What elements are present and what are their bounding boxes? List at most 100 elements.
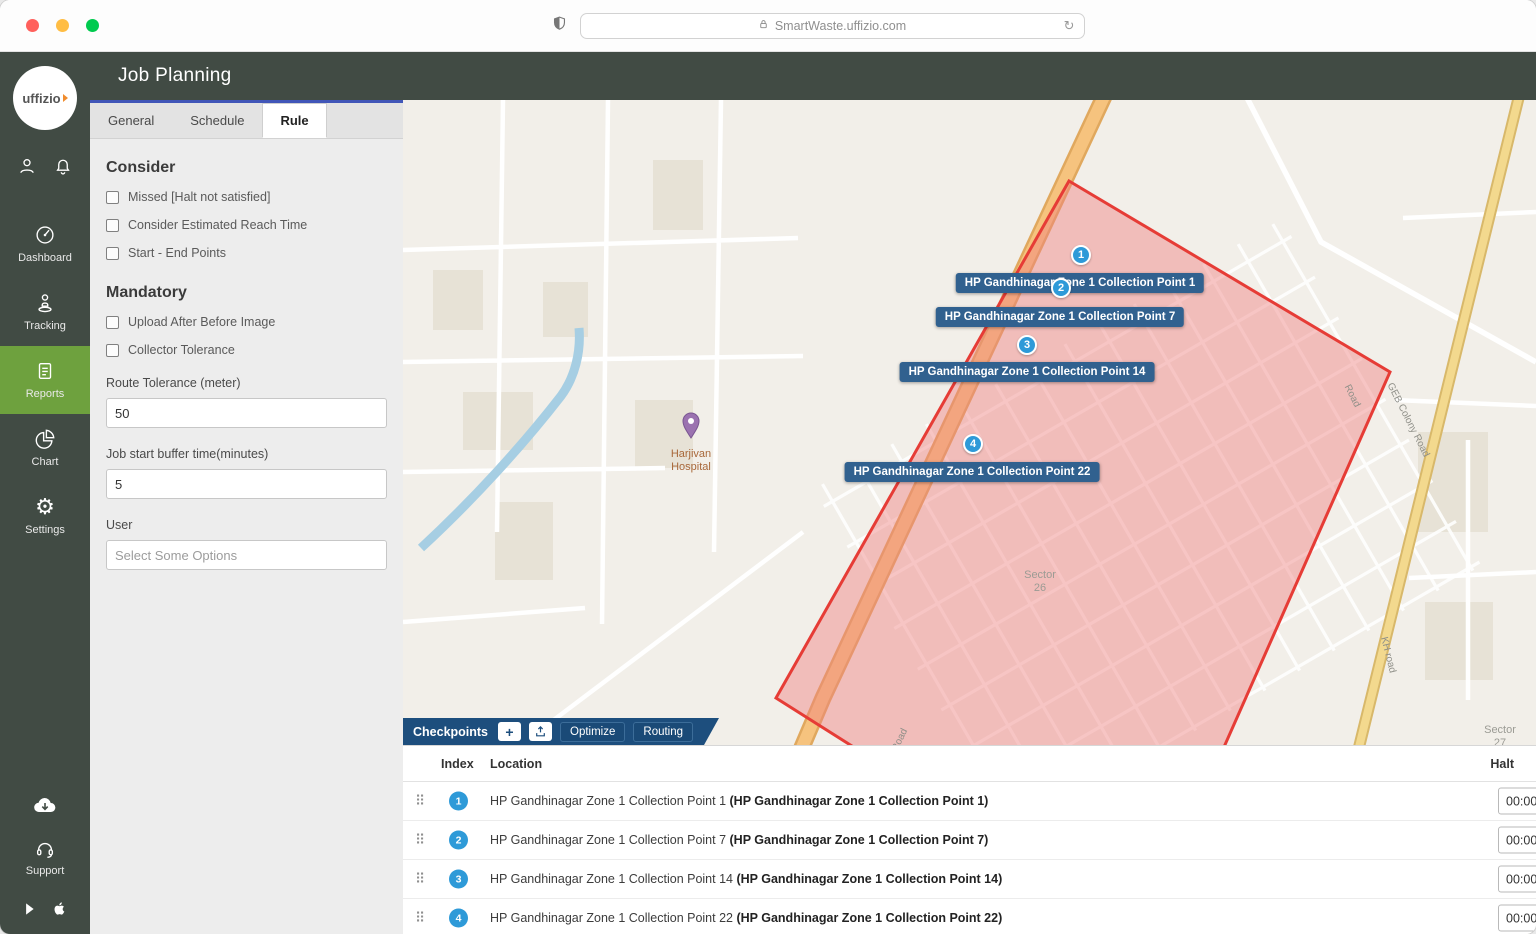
play-store-icon[interactable]: [23, 901, 38, 917]
halt-time-input[interactable]: [1498, 788, 1536, 815]
pie-chart-icon: [34, 428, 56, 450]
apple-icon[interactable]: [51, 899, 68, 918]
sidebar: uffizio Dashboard: [0, 52, 90, 934]
bell-icon[interactable]: [53, 156, 73, 176]
drag-handle-icon[interactable]: ⠿: [415, 910, 425, 927]
drag-handle-icon[interactable]: ⠿: [415, 832, 425, 849]
table-row: ⠿ 4 HP Gandhinagar Zone 1 Collection Poi…: [403, 899, 1536, 934]
checkpoints-table-header: Index Location Halt: [403, 746, 1536, 782]
gear-icon: ⚙: [35, 496, 55, 518]
sidebar-bottom: Support: [0, 794, 90, 934]
consider-heading: Consider: [106, 159, 387, 177]
map-area[interactable]: Sector26 Sector27 GEB Colony Road KH roa…: [403, 100, 1536, 934]
row-index-badge: 2: [449, 831, 468, 850]
address-bar[interactable]: SmartWaste.uffizio.com ↻: [580, 13, 1085, 39]
checkbox-box[interactable]: [106, 316, 119, 329]
checkbox-collector-tolerance[interactable]: Collector Tolerance: [106, 343, 387, 357]
user-icon[interactable]: [17, 156, 37, 176]
row-index-badge: 3: [449, 870, 468, 889]
user-label: User: [106, 518, 387, 532]
sidebar-item-label: Dashboard: [18, 252, 72, 264]
sidebar-item-tracking[interactable]: Tracking: [0, 278, 90, 346]
drag-handle-icon[interactable]: ⠿: [415, 793, 425, 810]
checkbox-box[interactable]: [106, 191, 119, 204]
halt-time-input[interactable]: [1498, 905, 1536, 932]
table-row: ⠿ 3 HP Gandhinagar Zone 1 Collection Poi…: [403, 860, 1536, 899]
table-row: ⠿ 1 HP Gandhinagar Zone 1 Collection Poi…: [403, 782, 1536, 821]
user-select-input[interactable]: [106, 540, 387, 570]
checkbox-box[interactable]: [106, 247, 119, 260]
tab-general[interactable]: General: [90, 103, 172, 138]
sidebar-item-label: Settings: [25, 524, 65, 536]
sidebar-nav: Dashboard Tracking Reports: [0, 210, 90, 550]
checkbox-start-end-points[interactable]: Start - End Points: [106, 246, 387, 260]
map-marker-2[interactable]: 2: [1051, 278, 1071, 298]
row-location: HP Gandhinagar Zone 1 Collection Point 1…: [490, 794, 988, 808]
halt-time-input[interactable]: [1498, 827, 1536, 854]
close-window-button[interactable]: [26, 19, 39, 32]
checkbox-estimated-reach-time[interactable]: Consider Estimated Reach Time: [106, 218, 387, 232]
buffer-time-input[interactable]: [106, 469, 387, 499]
browser-window: SmartWaste.uffizio.com ↻ Job Planning uf…: [0, 0, 1536, 934]
route-tolerance-input[interactable]: [106, 398, 387, 428]
upload-checkpoints-button[interactable]: [529, 722, 552, 741]
support-label: Support: [26, 865, 65, 877]
brand-logo[interactable]: uffizio: [13, 66, 77, 130]
sidebar-quick-icons: [17, 156, 73, 176]
route-tolerance-label: Route Tolerance (meter): [106, 376, 387, 390]
sidebar-item-settings[interactable]: ⚙ Settings: [0, 482, 90, 550]
row-location: HP Gandhinagar Zone 1 Collection Point 1…: [490, 872, 1002, 886]
checkbox-box[interactable]: [106, 219, 119, 232]
tab-rule[interactable]: Rule: [262, 103, 326, 138]
sidebar-item-chart[interactable]: Chart: [0, 414, 90, 482]
map-marker-4[interactable]: 4: [963, 434, 983, 454]
panel-body: Consider Missed [Halt not satisfied] Con…: [90, 139, 403, 582]
buffer-time-label: Job start buffer time(minutes): [106, 447, 387, 461]
page-title: Job Planning: [118, 65, 231, 87]
checkbox-label: Start - End Points: [128, 246, 226, 260]
routing-button[interactable]: Routing: [633, 722, 693, 742]
app-root: Job Planning uffizio Dashboar: [0, 52, 1536, 934]
sidebar-item-label: Tracking: [24, 320, 66, 332]
halt-time-input[interactable]: [1498, 866, 1536, 893]
collection-point-tooltip-3: HP Gandhinagar Zone 1 Collection Point 1…: [900, 362, 1155, 382]
sidebar-item-label: Chart: [32, 456, 59, 468]
checkbox-label: Consider Estimated Reach Time: [128, 218, 307, 232]
window-controls: [26, 19, 99, 32]
halt-column-header: Halt: [1490, 757, 1514, 771]
location-column-header: Location: [490, 757, 542, 771]
row-location: HP Gandhinagar Zone 1 Collection Point 2…: [490, 911, 1002, 925]
sidebar-item-support[interactable]: Support: [26, 838, 65, 877]
map-marker-3[interactable]: 3: [1017, 335, 1037, 355]
index-column-header: Index: [441, 757, 474, 771]
table-row: ⠿ 2 HP Gandhinagar Zone 1 Collection Poi…: [403, 821, 1536, 860]
checkbox-label: Upload After Before Image: [128, 315, 275, 329]
shield-icon[interactable]: [551, 15, 568, 37]
checkbox-missed-halt[interactable]: Missed [Halt not satisfied]: [106, 190, 387, 204]
reports-icon: [34, 360, 56, 382]
refresh-icon[interactable]: ↻: [1064, 18, 1075, 34]
hospital-label: HarjivanHospital: [671, 448, 711, 474]
checkpoints-title: Checkpoints: [413, 725, 488, 739]
map-marker-1[interactable]: 1: [1071, 245, 1091, 265]
tab-schedule[interactable]: Schedule: [172, 103, 262, 138]
cloud-download-icon[interactable]: [32, 794, 58, 816]
browser-chrome: SmartWaste.uffizio.com ↻: [0, 0, 1536, 52]
checkbox-box[interactable]: [106, 344, 119, 357]
maximize-window-button[interactable]: [86, 19, 99, 32]
collection-point-tooltip-2: HP Gandhinagar Zone 1 Collection Point 7: [936, 307, 1184, 327]
mandatory-heading: Mandatory: [106, 284, 387, 302]
store-icons: [23, 899, 68, 918]
sidebar-item-reports[interactable]: Reports: [0, 346, 90, 414]
optimize-button[interactable]: Optimize: [560, 722, 625, 742]
row-location: HP Gandhinagar Zone 1 Collection Point 7…: [490, 833, 988, 847]
sidebar-item-dashboard[interactable]: Dashboard: [0, 210, 90, 278]
collection-point-tooltip-1: HP Gandhinagar Zone 1 Collection Point 1: [956, 273, 1204, 293]
minimize-window-button[interactable]: [56, 19, 69, 32]
brand-logo-text: uffizio: [22, 91, 60, 106]
collection-point-tooltip-4: HP Gandhinagar Zone 1 Collection Point 2…: [845, 462, 1100, 482]
url-text: SmartWaste.uffizio.com: [775, 19, 906, 33]
add-checkpoint-button[interactable]: +: [498, 722, 521, 741]
checkbox-upload-after-before[interactable]: Upload After Before Image: [106, 315, 387, 329]
drag-handle-icon[interactable]: ⠿: [415, 871, 425, 888]
